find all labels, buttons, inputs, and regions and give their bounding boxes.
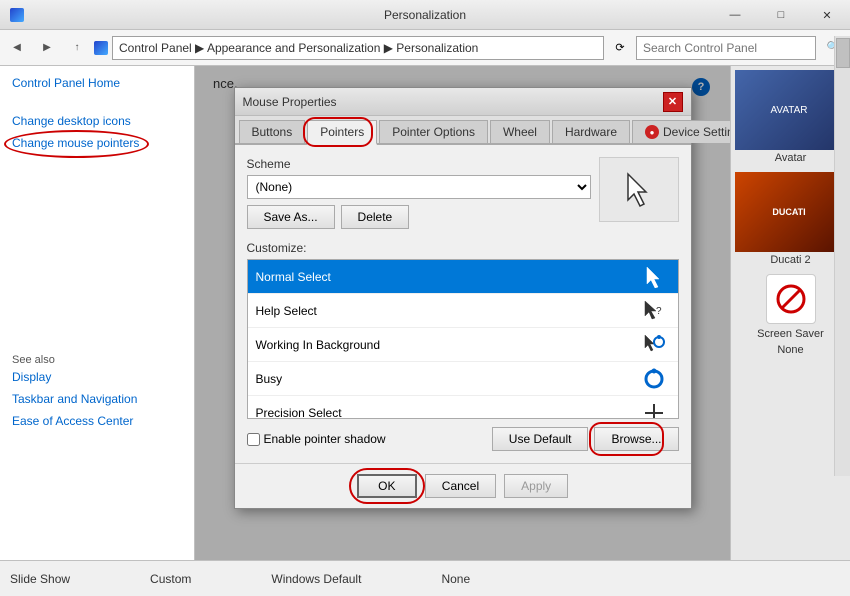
dialog-close-button[interactable]: ✕ — [663, 92, 683, 112]
sidebar-item-change-desktop-icons[interactable]: Change desktop icons — [12, 114, 182, 128]
save-as-button[interactable]: Save As... — [247, 205, 335, 229]
sidebar-item-display[interactable]: Display — [12, 370, 182, 384]
status-none: None — [441, 572, 470, 586]
avatar-text: AVATAR — [770, 105, 807, 116]
dialog-title-bar: Mouse Properties ✕ — [235, 88, 691, 116]
ducati-label: Ducati 2 — [735, 254, 846, 266]
cursor-item-precision-select-icon — [638, 397, 670, 420]
app-icon — [10, 8, 24, 22]
right-panel-ducati[interactable]: DUCATI Ducati 2 — [735, 172, 846, 266]
scheme-label: Scheme — [247, 157, 591, 171]
avatar-label: Avatar — [735, 152, 846, 164]
cursor-item-busy-icon — [638, 363, 670, 395]
cursor-item-normal-select[interactable]: Normal Select — [248, 260, 678, 294]
screen-saver-sublabel: None — [777, 344, 803, 356]
avatar-thumbnail: AVATAR — [735, 70, 843, 150]
sidebar-item-change-mouse-pointers[interactable]: Change mouse pointers — [12, 136, 139, 150]
tab-pointer-options[interactable]: Pointer Options — [379, 120, 488, 143]
sidebar-item-taskbar[interactable]: Taskbar and Navigation — [12, 392, 182, 406]
close-button[interactable]: ✕ — [804, 0, 850, 30]
screen-saver-section: Screen Saver None — [735, 274, 846, 356]
cursor-item-help-select[interactable]: Help Select ? — [248, 294, 678, 328]
cursor-item-help-select-icon: ? — [638, 295, 670, 327]
tab-wheel[interactable]: Wheel — [490, 120, 550, 143]
scheme-buttons: Save As... Delete — [247, 205, 591, 229]
refresh-button[interactable]: ⟳ — [608, 36, 632, 60]
shadow-checkbox-label[interactable]: Enable pointer shadow — [247, 432, 386, 446]
shadow-checkbox[interactable] — [247, 433, 260, 446]
cursor-item-normal-select-icon — [638, 261, 670, 293]
status-bar: Slide Show Custom Windows Default None — [0, 560, 850, 596]
screen-saver-label: Screen Saver — [757, 328, 824, 340]
tab-pointers[interactable]: Pointers — [307, 120, 377, 145]
address-path[interactable]: Control Panel ▶ Appearance and Personali… — [112, 36, 604, 60]
customize-label: Customize: — [247, 241, 679, 255]
dialog-content: Scheme (None) Save As... Delete — [235, 145, 691, 463]
location-icon — [94, 41, 108, 55]
minimize-button[interactable]: — — [712, 0, 758, 30]
right-panel: AVATAR Avatar DUCATI Ducati 2 Screen Sav… — [730, 66, 850, 560]
maximize-button[interactable]: □ — [758, 0, 804, 30]
content-area: ? nce. Mouse Properties ✕ Buttons — [195, 66, 730, 560]
back-button[interactable]: ◀ — [4, 35, 30, 61]
dialog-title: Mouse Properties — [243, 95, 337, 109]
cursor-item-precision-select-label: Precision Select — [256, 406, 638, 420]
up-button[interactable]: ↑ — [64, 35, 90, 61]
apply-button[interactable]: Apply — [504, 474, 568, 498]
cursor-item-working-bg[interactable]: Working In Background — [248, 328, 678, 362]
cursor-item-working-bg-label: Working In Background — [256, 338, 638, 352]
search-input[interactable] — [636, 36, 816, 60]
status-slide-show: Slide Show — [10, 572, 70, 586]
svg-text:?: ? — [656, 306, 662, 317]
scheme-preview — [599, 157, 679, 222]
tab-device-settings[interactable]: ● Device Settings — [632, 120, 730, 143]
shadow-label: Enable pointer shadow — [264, 432, 386, 446]
dialog-footer: OK Cancel Apply — [235, 463, 691, 508]
scheme-select[interactable]: (None) — [247, 175, 591, 199]
cursor-item-busy-label: Busy — [256, 372, 638, 386]
bottom-options: Enable pointer shadow Use Default Browse… — [247, 427, 679, 451]
cursor-item-precision-select[interactable]: Precision Select — [248, 396, 678, 419]
bottom-action-buttons: Use Default Browse... — [492, 427, 679, 451]
main-layout: Control Panel Home Change desktop icons … — [0, 66, 850, 560]
path-text: Control Panel ▶ Appearance and Personali… — [119, 41, 478, 55]
title-bar: Personalization — □ ✕ — [0, 0, 850, 30]
see-also-label: See also — [12, 354, 182, 366]
cancel-button[interactable]: Cancel — [425, 474, 496, 498]
no-symbol-icon — [775, 283, 807, 315]
ducati-thumbnail: DUCATI — [735, 172, 843, 252]
scheme-left: Scheme (None) Save As... Delete — [247, 157, 591, 229]
browse-button[interactable]: Browse... — [594, 427, 678, 451]
address-bar: ◀ ▶ ↑ Control Panel ▶ Appearance and Per… — [0, 30, 850, 66]
ok-button[interactable]: OK — [357, 474, 417, 498]
cursor-item-help-select-label: Help Select — [256, 304, 638, 318]
sidebar-item-ease[interactable]: Ease of Access Center — [12, 414, 182, 428]
window-controls: — □ ✕ — [712, 0, 850, 30]
status-custom: Custom — [150, 572, 191, 586]
mouse-properties-dialog: Mouse Properties ✕ Buttons Pointers — [234, 87, 692, 509]
window-title: Personalization — [384, 8, 466, 22]
right-panel-scrollbar[interactable] — [834, 66, 850, 476]
cursor-item-working-bg-icon — [638, 329, 670, 361]
scheme-section: Scheme (None) Save As... Delete — [247, 157, 679, 229]
sidebar: Control Panel Home Change desktop icons … — [0, 66, 195, 560]
dialog-tabs: Buttons Pointers Pointer Options Wheel — [235, 116, 691, 145]
scrollbar-thumb[interactable] — [836, 66, 850, 68]
use-default-button[interactable]: Use Default — [492, 427, 589, 451]
tab-buttons[interactable]: Buttons — [239, 120, 306, 143]
modal-overlay: Mouse Properties ✕ Buttons Pointers — [195, 66, 730, 560]
ducati-text: DUCATI — [772, 207, 805, 217]
device-settings-tab-icon: ● — [645, 125, 659, 139]
cursor-item-busy[interactable]: Busy — [248, 362, 678, 396]
tab-hardware[interactable]: Hardware — [552, 120, 630, 143]
cursor-preview-icon — [624, 172, 654, 208]
cursor-list[interactable]: Normal Select Help Select — [247, 259, 679, 419]
forward-button[interactable]: ▶ — [34, 35, 60, 61]
status-windows-default: Windows Default — [271, 572, 361, 586]
right-panel-avatar[interactable]: AVATAR Avatar — [735, 70, 846, 164]
cursor-item-normal-select-label: Normal Select — [256, 270, 638, 284]
screen-saver-icon — [766, 274, 816, 324]
sidebar-item-control-panel-home[interactable]: Control Panel Home — [12, 76, 120, 90]
delete-button[interactable]: Delete — [341, 205, 410, 229]
